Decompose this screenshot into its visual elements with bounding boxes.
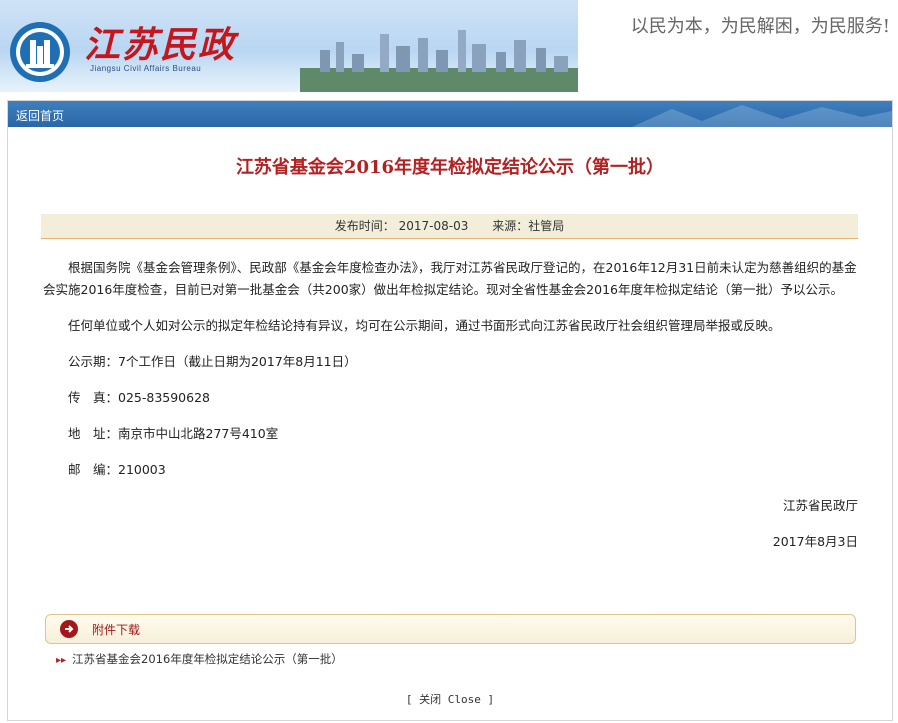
publish-info: 发布时间： 2017-08-03 bbox=[335, 219, 469, 233]
source-label: 来源： bbox=[492, 219, 529, 233]
publish-label: 发布时间： bbox=[334, 219, 395, 233]
attachment-file-link[interactable]: ▸▸ 江苏省基金会2016年度年检拟定结论公示（第一批） bbox=[56, 651, 343, 667]
brand-chinese: 江苏民政 bbox=[84, 24, 237, 66]
bar-decoration-icon bbox=[632, 105, 892, 127]
signature: 江苏省民政厅 bbox=[782, 498, 858, 513]
address-line: 地 址：南京市中山北路277号410室 bbox=[68, 426, 279, 441]
motto-panel: 以民为本，为民解困，为民服务! bbox=[580, 0, 898, 92]
city-skyline-image bbox=[300, 30, 578, 92]
attachment-label: 附件下载 bbox=[92, 623, 141, 637]
article-meta: 发布时间： 2017-08-03 来源：社管局 bbox=[41, 214, 858, 239]
close-button[interactable]: [ 关闭 Close ] bbox=[8, 691, 892, 707]
source-info: 来源：社管局 bbox=[492, 219, 564, 233]
content-frame: 返回首页 江苏省基金会2016年度年检拟定结论公示（第一批） 发布时间： 201… bbox=[7, 100, 893, 721]
brand-english: Jiangsu Civil Affairs Bureau bbox=[90, 64, 202, 73]
paragraph-1: 根据国务院《基金会管理条例》、民政部《基金会年度检查办法》，我厅对江苏省民政厅登… bbox=[43, 260, 857, 297]
article-body: 根据国务院《基金会管理条例》、民政部《基金会年度检查办法》，我厅对江苏省民政厅登… bbox=[43, 257, 858, 567]
arrow-right-icon bbox=[60, 620, 78, 638]
double-arrow-icon: ▸▸ bbox=[56, 655, 67, 666]
top-bar: 返回首页 bbox=[8, 101, 892, 127]
source-value: 社管局 bbox=[528, 219, 565, 233]
fax-line: 传 真：025-83590628 bbox=[68, 390, 210, 405]
attachment-header: 附件下载 bbox=[45, 614, 856, 644]
postcode-line: 邮 编：210003 bbox=[68, 462, 166, 477]
article-title: 江苏省基金会2016年度年检拟定结论公示（第一批） bbox=[235, 157, 665, 178]
publicity-period: 公示期：7个工作日（截止日期为2017年8月11日） bbox=[68, 354, 357, 369]
paragraph-2: 任何单位或个人如对公示的拟定年检结论持有异议，均可在公示期间，通过书面形式向江苏… bbox=[68, 318, 781, 333]
publish-date: 2017-08-03 bbox=[398, 219, 469, 233]
attachment-file-name: 江苏省基金会2016年度年检拟定结论公示（第一批） bbox=[72, 652, 343, 666]
header-banner: 江苏民政 Jiangsu Civil Affairs Bureau bbox=[0, 0, 578, 92]
back-home-link[interactable]: 返回首页 bbox=[16, 107, 64, 124]
civil-affairs-logo-icon bbox=[10, 22, 70, 82]
motto-text: 以民为本，为民解困，为民服务! bbox=[630, 16, 890, 37]
sign-date: 2017年8月3日 bbox=[772, 534, 858, 549]
